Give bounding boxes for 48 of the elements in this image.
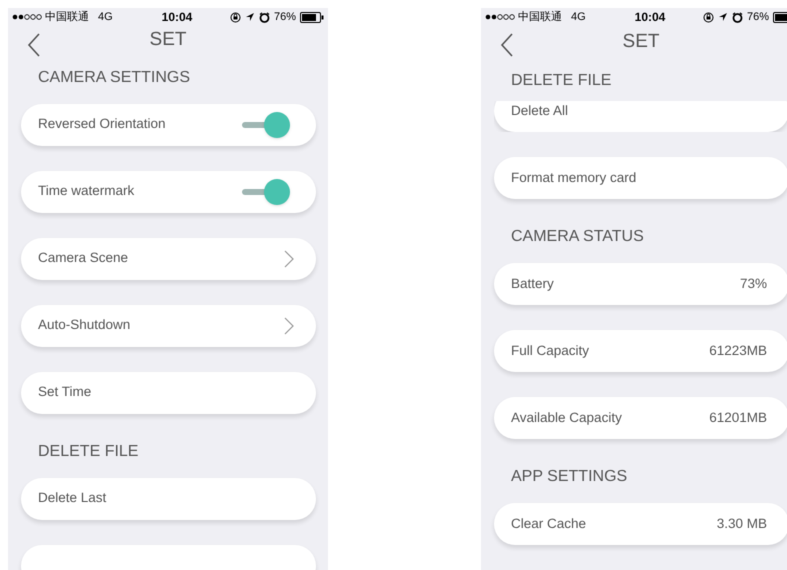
row-label: Time watermark: [38, 182, 134, 200]
row-label: Battery: [511, 274, 554, 293]
settings-row[interactable]: Delete All: [494, 101, 787, 132]
row-label: Camera Scene: [38, 249, 128, 268]
back-chevron-icon: [27, 33, 41, 57]
back-chevron-icon: [500, 33, 514, 58]
signal-icon: [485, 13, 515, 22]
screen-title: SET: [150, 28, 186, 52]
row-label: Available Capacity: [511, 408, 622, 427]
settings-row[interactable]: Auto-Shutdown: [21, 304, 316, 346]
settings-row[interactable]: Camera Scene: [21, 238, 316, 280]
section-header: DELETE FILE: [510, 71, 612, 91]
screen-title: SET: [622, 30, 660, 54]
chevron-right-icon: [284, 316, 294, 334]
settings-row[interactable]: Set Time: [21, 372, 316, 414]
signal-icon: [12, 13, 42, 21]
section-header: CAMERA SETTINGS: [37, 68, 192, 88]
row-label: Full Capacity: [511, 342, 590, 360]
row-value: 61201MB: [709, 408, 767, 427]
row-label: Clear Cache: [511, 514, 586, 533]
settings-row[interactable]: Delete Last: [21, 478, 316, 520]
row-label: Auto-Shutdown: [38, 316, 130, 334]
section-header: APP SETTINGS: [510, 467, 628, 487]
rotation-lock-icon: [702, 12, 714, 23]
network-type: 4G: [98, 10, 113, 25]
location-arrow-icon: [244, 12, 255, 22]
settings-row[interactable]: Format memory card: [494, 157, 787, 199]
location-arrow-icon: [718, 12, 728, 22]
alarm-clock-icon: [732, 12, 743, 23]
row-value: 73%: [740, 274, 767, 293]
status-time: 10:04: [634, 9, 666, 26]
toggle-switch[interactable]: [242, 112, 290, 138]
toggle-switch[interactable]: [242, 178, 290, 204]
battery-percentage: 76%: [746, 10, 769, 25]
battery-percentage: 76%: [274, 10, 296, 25]
battery-icon: [300, 12, 324, 22]
section-header: DELETE FILE: [37, 442, 140, 462]
chevron-right-icon: [284, 250, 294, 268]
carrier-name: 中国联通: [518, 10, 562, 25]
network-type: 4G: [571, 10, 586, 25]
section-header: CAMERA STATUS: [510, 227, 645, 247]
row-label: Reversed Orientation: [38, 115, 166, 134]
status-time: 10:04: [160, 9, 194, 26]
rotation-lock-icon: [230, 12, 241, 22]
alarm-clock-icon: [258, 12, 270, 22]
row-value: 61223MB: [709, 342, 767, 360]
row-value: 3.30 MB: [716, 514, 767, 533]
carrier-name: 中国联通: [45, 10, 89, 25]
